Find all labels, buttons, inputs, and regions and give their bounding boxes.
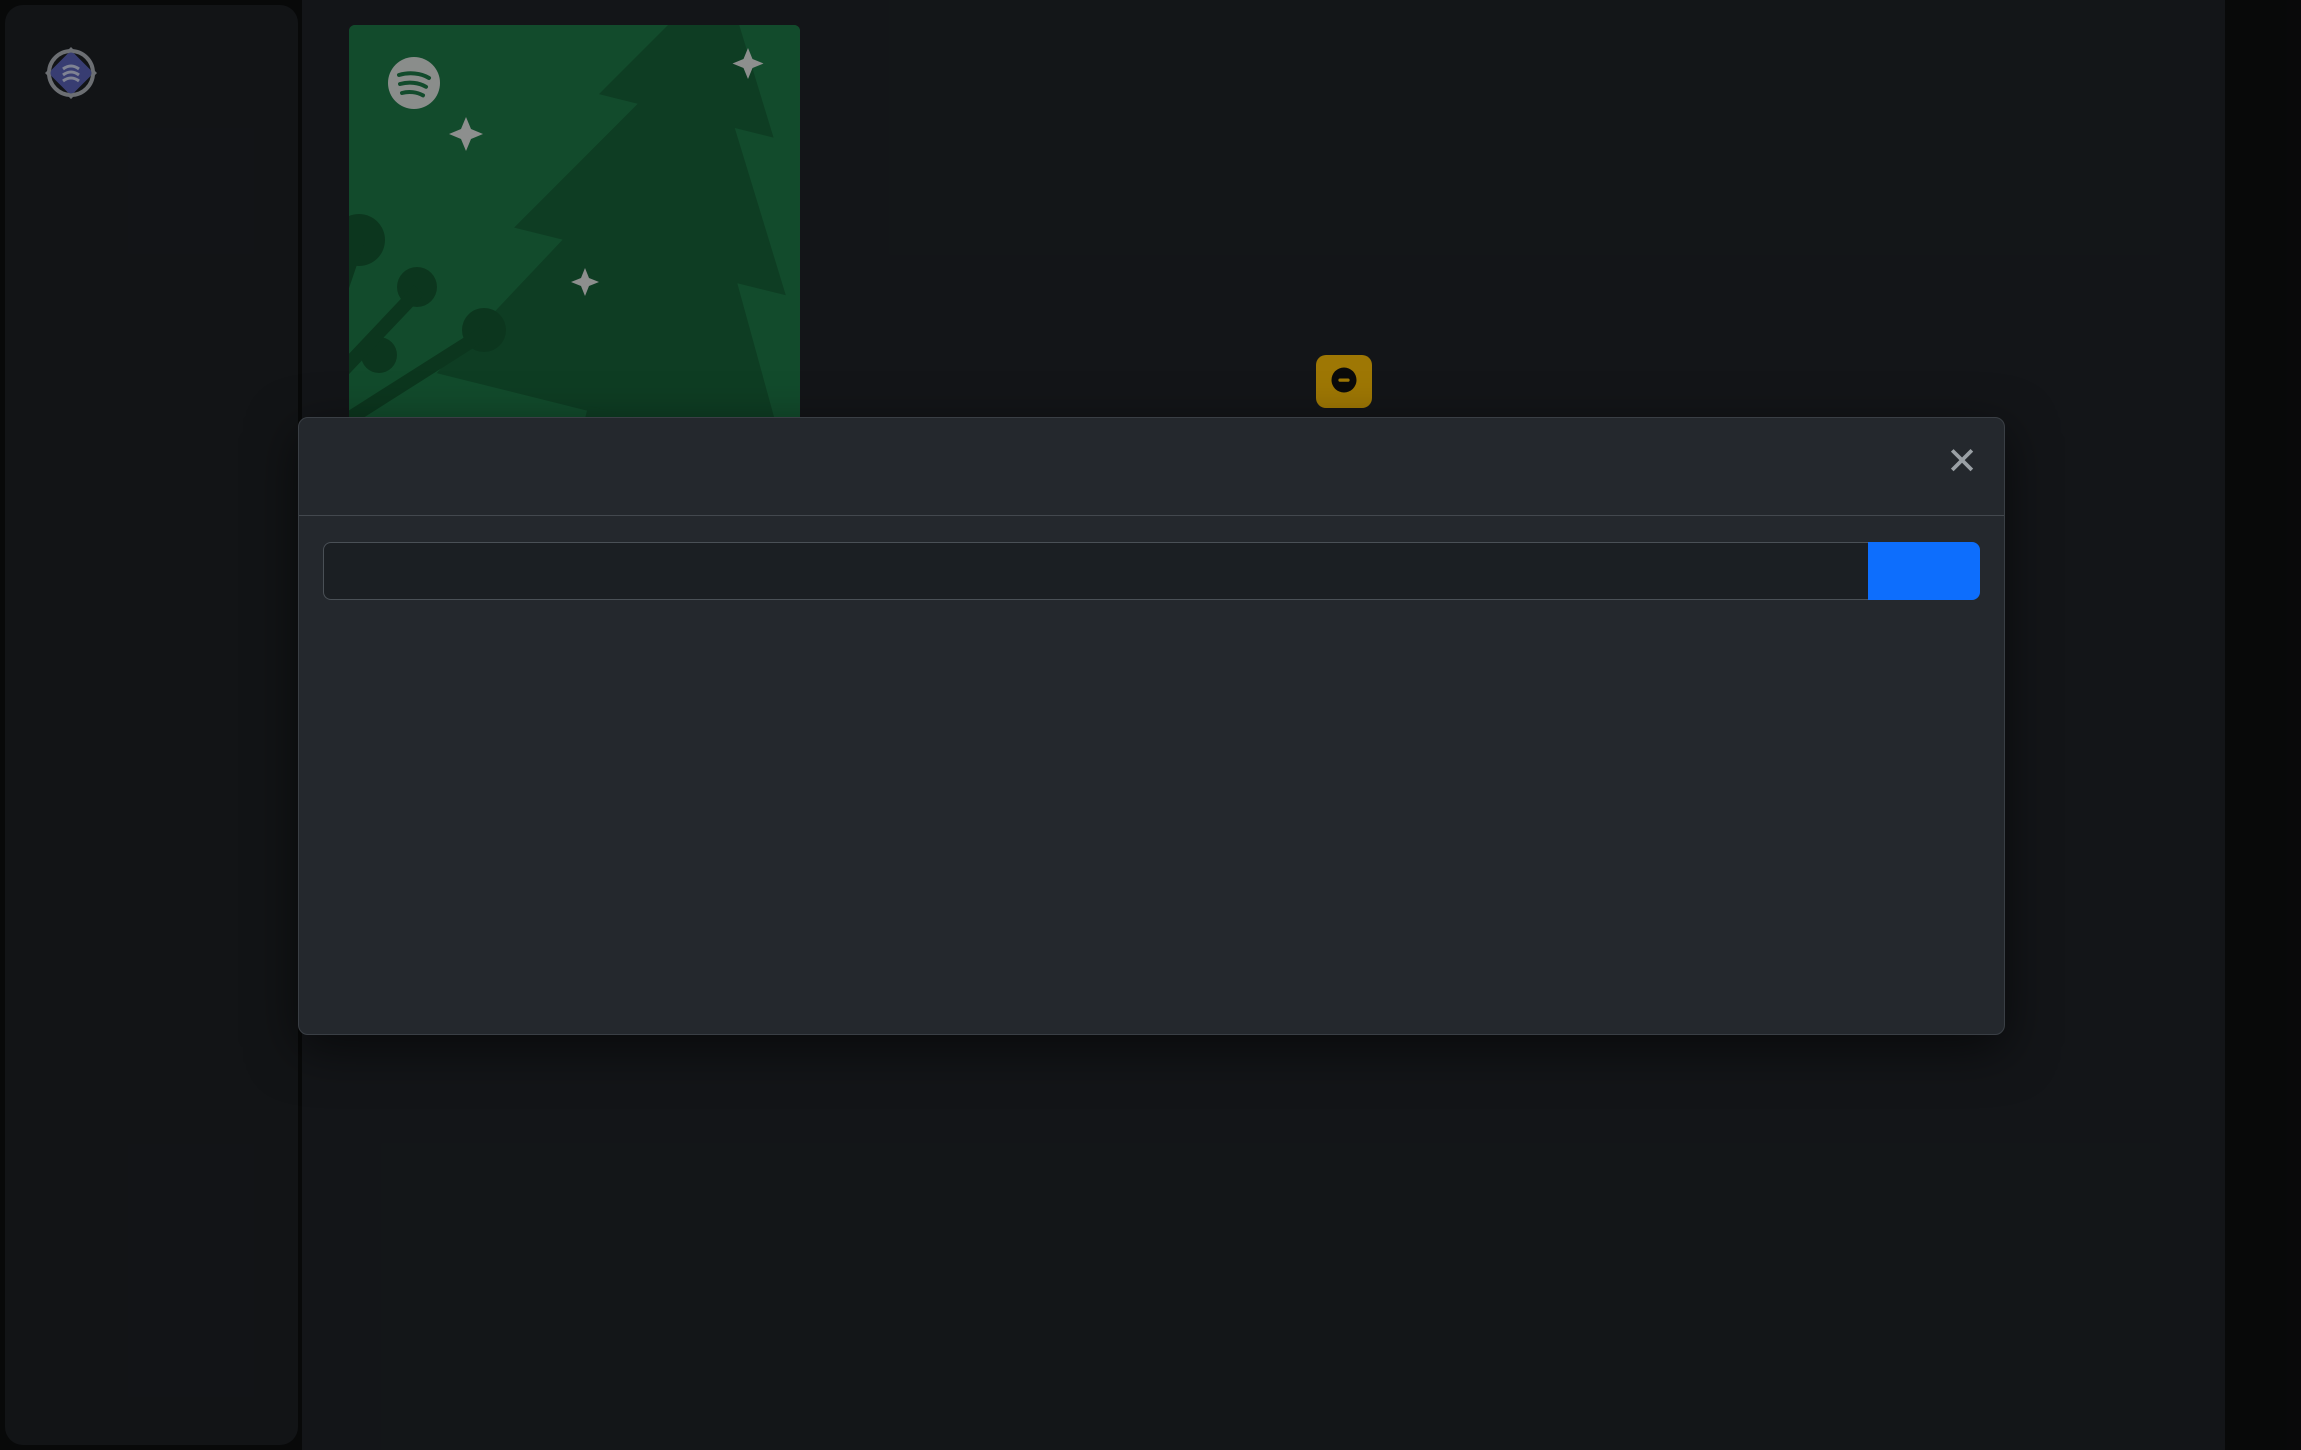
search-button[interactable] bbox=[1868, 542, 1980, 600]
app-root: ✕ bbox=[0, 0, 2301, 1450]
modal-body bbox=[299, 516, 2004, 616]
search-jellyfin-modal: ✕ bbox=[298, 417, 2005, 1035]
search-group bbox=[323, 542, 1980, 600]
search-input[interactable] bbox=[323, 542, 1868, 600]
close-icon[interactable]: ✕ bbox=[1946, 442, 1978, 480]
modal-header: ✕ bbox=[299, 418, 2004, 516]
